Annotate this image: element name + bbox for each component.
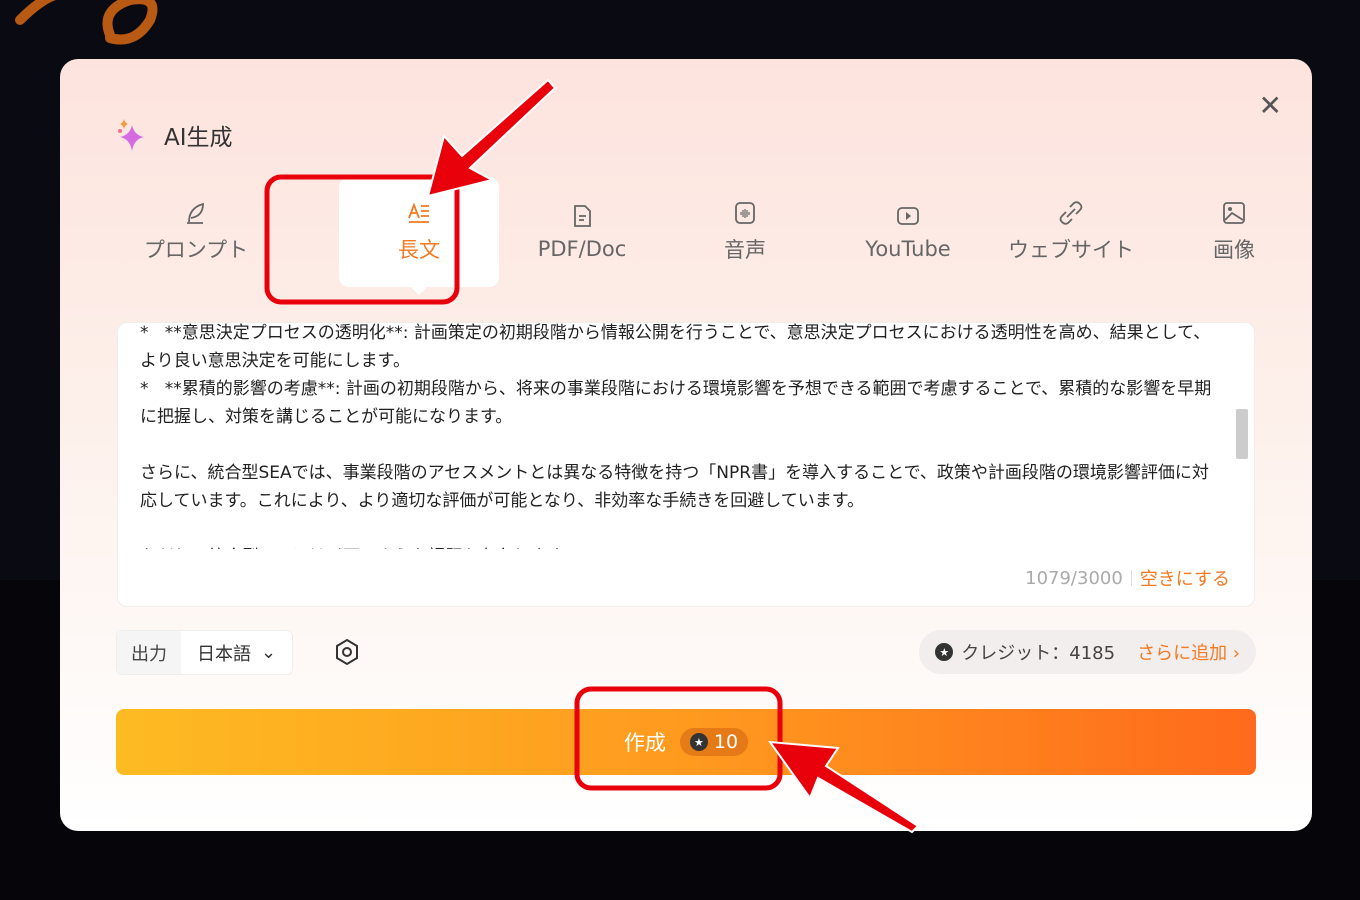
character-counter: 1079/3000 空きにする — [1025, 565, 1230, 591]
long-text-icon — [408, 202, 429, 223]
cost-badge: ★ 10 — [679, 728, 749, 756]
language-value: 日本語 — [197, 643, 251, 665]
tab-website[interactable]: ウェブサイト — [991, 177, 1151, 287]
tab-label: 画像 — [1213, 238, 1255, 262]
document-icon — [574, 205, 591, 227]
link-icon — [1059, 201, 1083, 225]
background-decoration — [15, 0, 158, 45]
credits-display: ★ クレジット：4185 さらに追加 › — [919, 630, 1256, 674]
tab-long-text[interactable]: 長文 — [339, 177, 499, 295]
feather-icon — [187, 202, 204, 224]
output-label: 出力 — [117, 631, 181, 674]
tab-label: 長文 — [398, 238, 440, 262]
sparkle-icon — [118, 119, 144, 151]
credit-coin-icon: ★ — [689, 733, 708, 751]
text-content[interactable]: * **意思決定プロセスの透明化**: 計画策定の初期段階から情報公開を行うこと… — [140, 319, 1220, 549]
tab-label: YouTube — [865, 237, 951, 261]
add-credits-link[interactable]: さらに追加 › — [1137, 639, 1240, 665]
scrollbar[interactable] — [1234, 331, 1248, 546]
tab-pdf-doc[interactable]: PDF/Doc — [502, 177, 662, 287]
long-text-input[interactable]: * **意思決定プロセスの透明化**: 計画策定の初期段階から情報公開を行うこと… — [117, 322, 1255, 607]
settings-icon[interactable] — [332, 637, 362, 667]
cost-value: 10 — [713, 731, 739, 753]
image-icon — [1223, 202, 1245, 224]
source-tabs: プロンプト 長文 PDF/Doc 音声 YouTube ウェブサイト 画像 — [116, 177, 1256, 295]
dialog-title: AI生成 — [116, 117, 233, 153]
scrollbar-thumb[interactable] — [1236, 409, 1248, 459]
output-language: 出力 日本語 ⌄ — [116, 630, 294, 675]
credits-text: クレジット：4185 — [961, 643, 1116, 664]
language-select[interactable]: 日本語 ⌄ — [181, 631, 292, 674]
tab-youtube[interactable]: YouTube — [828, 177, 988, 287]
tab-label: プロンプト — [143, 238, 249, 262]
divider — [1130, 570, 1132, 586]
counter-text: 1079/3000 — [1025, 567, 1123, 589]
tab-image[interactable]: 画像 — [1154, 177, 1314, 287]
create-button[interactable]: 作成 ★ 10 — [116, 709, 1256, 775]
close-button[interactable]: ✕ — [1259, 89, 1282, 122]
audio-icon — [735, 202, 755, 224]
chevron-down-icon: ⌄ — [261, 642, 277, 663]
tab-label: ウェブサイト — [1008, 238, 1134, 262]
create-label: 作成 — [623, 731, 666, 755]
ai-generate-dialog: AI生成 ✕ プロンプト 長文 PDF/Doc 音声 YouTube ウェブサイ… — [60, 59, 1312, 831]
tab-label: PDF/Doc — [537, 237, 627, 261]
credit-coin-icon: ★ — [935, 643, 954, 661]
dialog-title-text: AI生成 — [164, 125, 233, 151]
tab-label: 音声 — [724, 238, 766, 262]
youtube-icon — [897, 207, 919, 225]
tab-prompt[interactable]: プロンプト — [116, 177, 276, 287]
tab-audio[interactable]: 音声 — [665, 177, 825, 287]
clear-button[interactable]: 空きにする — [1140, 565, 1230, 591]
